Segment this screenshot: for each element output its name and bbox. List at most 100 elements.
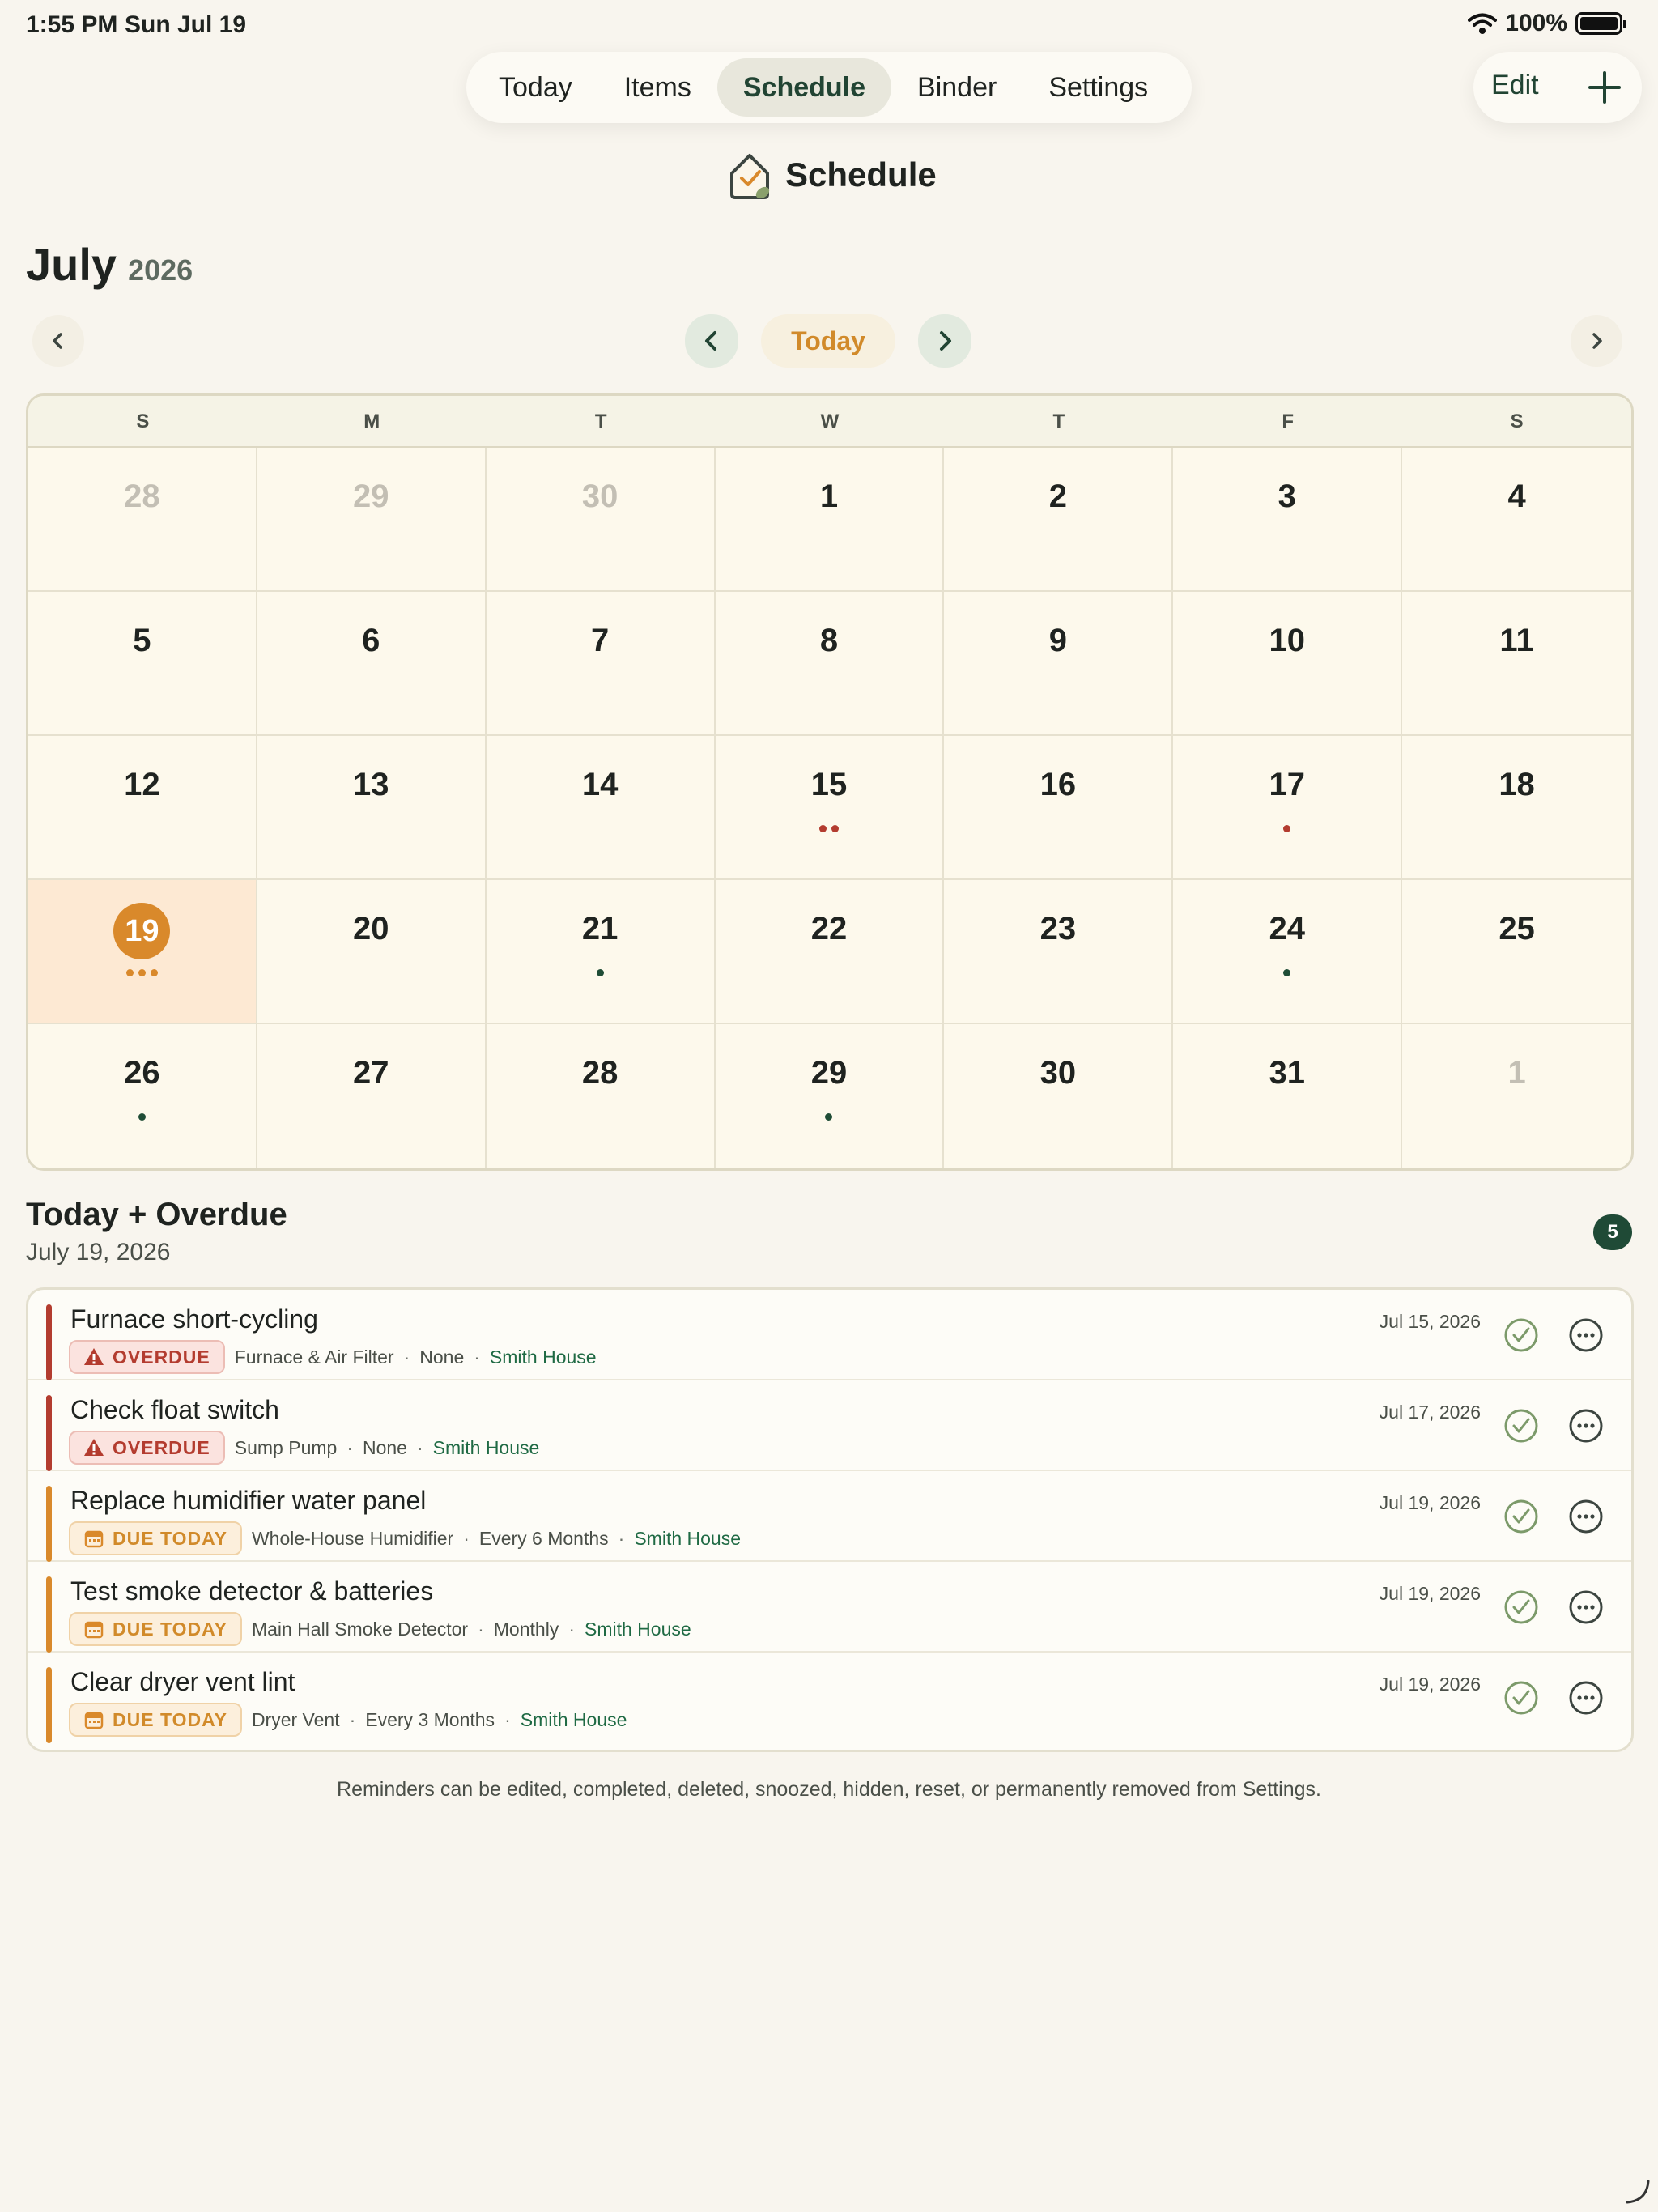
calendar-day[interactable]: 23 [944, 880, 1174, 1024]
tab-items[interactable]: Items [598, 58, 717, 117]
calendar-day[interactable]: 30 [486, 448, 716, 592]
calendar-day[interactable]: 27 [257, 1024, 487, 1168]
prev-period-button[interactable] [32, 315, 84, 367]
more-icon[interactable] [1568, 1589, 1604, 1625]
reminder-list: Furnace short-cycling OVERDUE Furnace & Ai… [26, 1287, 1634, 1752]
calendar-day[interactable]: 29 [257, 448, 487, 592]
reminder-house-link[interactable]: Smith House [490, 1346, 597, 1368]
calendar-day[interactable]: 1 [1402, 1024, 1631, 1168]
day-number: 19 [113, 903, 171, 959]
weekday-header: S M T W T F S [28, 396, 1631, 448]
calendar-day[interactable]: 11 [1402, 592, 1631, 736]
prev-month-button[interactable] [685, 314, 738, 368]
check-circle-icon[interactable] [1503, 1589, 1539, 1625]
calendar-day[interactable]: 8 [715, 592, 945, 736]
calendar-day[interactable]: 24 [1173, 880, 1403, 1024]
calendar-day[interactable]: 28 [487, 1024, 716, 1168]
calendar-day[interactable]: 1 [715, 448, 945, 592]
calendar-day[interactable]: 12 [28, 736, 257, 880]
check-circle-icon[interactable] [1503, 1408, 1539, 1444]
calendar-day[interactable]: 6 [257, 592, 487, 736]
calendar-day[interactable]: 14 [486, 736, 716, 880]
meta-separator: · [474, 1346, 480, 1368]
calendar-day[interactable]: 31 [1173, 1024, 1403, 1168]
today-button[interactable]: Today [761, 314, 895, 368]
calendar-day-selected[interactable]: 19 [28, 880, 257, 1024]
calendar-day[interactable]: 30 [944, 1024, 1174, 1168]
calendar-day[interactable]: 3 [1173, 448, 1403, 592]
calendar-day[interactable]: 16 [944, 736, 1174, 880]
status-right: 100% [1468, 10, 1626, 37]
calendar-day[interactable]: 9 [944, 592, 1174, 736]
calendar-day[interactable]: 26 [28, 1024, 257, 1168]
day-number: 9 [1048, 623, 1067, 658]
status-time: 1:55 PM [26, 11, 118, 38]
calendar-day[interactable]: 10 [1173, 592, 1403, 736]
more-icon[interactable] [1568, 1408, 1604, 1444]
calendar-icon [84, 1621, 104, 1639]
calendar-icon [84, 1530, 104, 1548]
check-circle-icon[interactable] [1503, 1680, 1539, 1716]
tab-binder[interactable]: Binder [891, 58, 1022, 117]
reminder-date: Jul 19, 2026 [1379, 1583, 1481, 1604]
more-icon[interactable] [1568, 1499, 1604, 1534]
tab-bar: Today Items Schedule Binder Settings [466, 52, 1192, 123]
more-icon[interactable] [1568, 1680, 1604, 1716]
reminder-house-link[interactable]: Smith House [634, 1528, 741, 1550]
tab-schedule[interactable]: Schedule [716, 58, 892, 117]
calendar-day[interactable]: 15 [715, 736, 945, 880]
calendar-day[interactable]: 25 [1402, 880, 1631, 1024]
next-month-button[interactable] [918, 314, 971, 368]
status-badge: OVERDUE [69, 1431, 225, 1465]
reminder-row[interactable]: Check float switch OVERDUE Sump Pump · None ·… [28, 1380, 1631, 1471]
reminder-row[interactable]: Replace humidifier water panel DUE TODAY W… [28, 1471, 1631, 1562]
day-number: 30 [1039, 1055, 1077, 1091]
event-dot [138, 969, 146, 976]
plus-icon[interactable] [1587, 70, 1622, 105]
tab-today[interactable]: Today [473, 58, 598, 117]
meta-separator: · [463, 1527, 470, 1549]
calendar-day[interactable]: 22 [715, 880, 945, 1024]
reminder-row[interactable]: Clear dryer vent lint DUE TODAY Dryer Vent… [28, 1653, 1631, 1743]
check-circle-icon[interactable] [1503, 1317, 1539, 1353]
calendar-day[interactable]: 13 [257, 736, 487, 880]
calendar-day[interactable]: 4 [1402, 448, 1631, 592]
calendar-day[interactable]: 29 [716, 1024, 945, 1168]
status-badge: DUE TODAY [69, 1612, 242, 1646]
event-dots [1173, 969, 1401, 976]
day-number: 3 [1278, 479, 1296, 514]
day-number: 31 [1269, 1055, 1305, 1091]
more-icon[interactable] [1568, 1317, 1604, 1353]
event-dots [1173, 825, 1401, 832]
reminder-row[interactable]: Furnace short-cycling OVERDUE Furnace & Ai… [28, 1290, 1631, 1380]
day-number: 28 [581, 1055, 619, 1091]
day-number: 11 [1499, 623, 1534, 658]
calendar-day[interactable]: 7 [486, 592, 716, 736]
day-number: 29 [353, 479, 389, 514]
calendar-day[interactable]: 5 [28, 592, 257, 736]
day-number: 12 [124, 767, 160, 802]
reminder-house-link[interactable]: Smith House [521, 1709, 627, 1731]
calendar-day[interactable]: 2 [944, 448, 1174, 592]
reminder-house-link[interactable]: Smith House [585, 1619, 691, 1640]
calendar-day[interactable]: 28 [28, 448, 257, 592]
reminder-house-link[interactable]: Smith House [433, 1437, 540, 1459]
reminder-row[interactable]: Test smoke detector & batteries DUE TODAY… [28, 1562, 1631, 1653]
tab-settings[interactable]: Settings [1022, 58, 1174, 117]
reminder-meta: OVERDUE Furnace & Air Filter · None · Smith H… [69, 1340, 597, 1374]
event-dots [28, 969, 256, 976]
edit-button[interactable]: Edit [1491, 70, 1539, 101]
section-date: July 19, 2026 [26, 1239, 171, 1266]
check-circle-icon[interactable] [1503, 1499, 1539, 1534]
calendar-day[interactable]: 17 [1173, 736, 1403, 880]
day-number: 1 [1507, 1055, 1526, 1091]
calendar-day[interactable]: 20 [257, 880, 487, 1024]
calendar-day[interactable]: 21 [486, 880, 716, 1024]
year-label: 2026 [128, 253, 193, 287]
status-date: Sun Jul 19 [125, 11, 247, 38]
next-period-button[interactable] [1571, 315, 1622, 367]
day-number: 16 [1039, 767, 1077, 802]
meta-separator: · [568, 1618, 575, 1640]
status-bar-indicator [46, 1576, 52, 1653]
calendar-day[interactable]: 18 [1402, 736, 1631, 880]
